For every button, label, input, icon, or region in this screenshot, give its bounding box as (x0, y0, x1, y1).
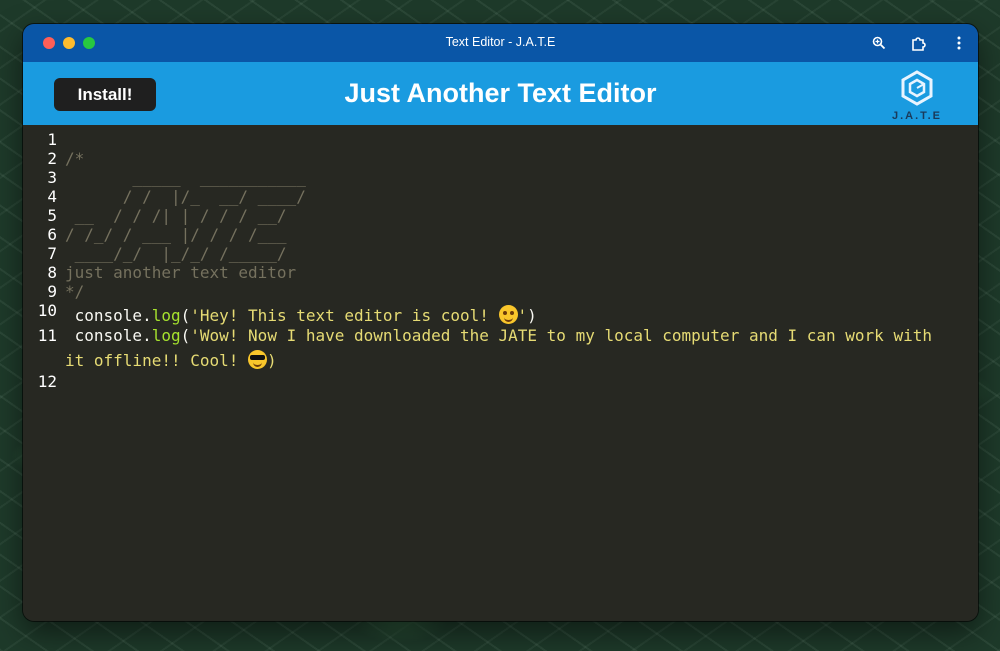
code-object: console. (65, 326, 152, 345)
line-number: 5 (47, 206, 57, 225)
line-number: 3 (47, 168, 57, 187)
code-paren: ) (267, 351, 277, 370)
line-number: 9 (47, 282, 57, 301)
code-string-wrap: it offline!! Cool! (65, 351, 249, 370)
code-paren: ) (527, 306, 537, 325)
code-line: /* (65, 149, 85, 168)
line-number: 4 (47, 187, 57, 206)
page-title: Just Another Text Editor (344, 78, 657, 108)
code-paren: ( (180, 326, 191, 345)
code-line: just another text editor (65, 263, 297, 282)
line-number: 7 (47, 244, 57, 263)
line-number: 1 (47, 130, 57, 149)
code-line: ____/_/ |_/_/ /_____/ (65, 244, 287, 263)
sunglasses-emoji-icon (248, 350, 268, 369)
app-header: Install! Just Another Text Editor J.A.T.… (23, 62, 978, 125)
code-paren: ( (180, 306, 191, 325)
code-line: _____ ___________ (65, 168, 306, 187)
browser-window: Text Editor - J.A.T.E Install! Just Anot (23, 24, 978, 621)
window-title: Text Editor - J.A.T.E (445, 35, 556, 49)
code-line: */ (65, 282, 85, 301)
code-line: console.log('Wow! Now I have downloaded … (65, 326, 932, 345)
code-line-wrapped: it offline!! Cool! ) (65, 350, 277, 370)
star-struck-emoji-icon (498, 305, 518, 324)
line-number: 2 (47, 149, 57, 168)
cube-logo-icon (901, 70, 933, 106)
code-line: / / |/_ __/ ____/ (65, 187, 306, 206)
line-number-gutter: 1 2 3 4 5 6 7 8 9 10 11 12 (23, 125, 61, 621)
extension-icon[interactable] (908, 32, 930, 54)
line-number: 8 (47, 263, 57, 282)
code-string: 'Hey! This text editor is cool! (190, 306, 499, 325)
code-function: log (151, 306, 181, 325)
code-function: log (151, 326, 181, 345)
title-bar: Text Editor - J.A.T.E (23, 24, 978, 62)
code-string-end: ' (517, 306, 528, 325)
code-editor[interactable]: 1 2 3 4 5 6 7 8 9 10 11 12 /* _____ ____… (23, 125, 978, 621)
zoom-icon[interactable] (868, 32, 890, 54)
more-vert-icon[interactable] (948, 32, 970, 54)
logo-text: J.A.T.E (891, 110, 943, 122)
code-string: 'Wow! Now I have downloaded the JATE to … (190, 326, 932, 345)
line-number: 10 (37, 301, 57, 320)
line-number: 6 (47, 225, 57, 244)
code-line: __ / / /| | / / / __/ (65, 206, 287, 225)
jate-logo: J.A.T.E (889, 68, 945, 124)
code-line: / /_/ / ___ |/ / / /___ (65, 225, 287, 244)
line-number: 11 (37, 326, 57, 345)
code-object: console. (65, 306, 152, 325)
line-number: 12 (37, 372, 57, 391)
code-line: console.log('Hey! This text editor is co… (65, 305, 537, 325)
